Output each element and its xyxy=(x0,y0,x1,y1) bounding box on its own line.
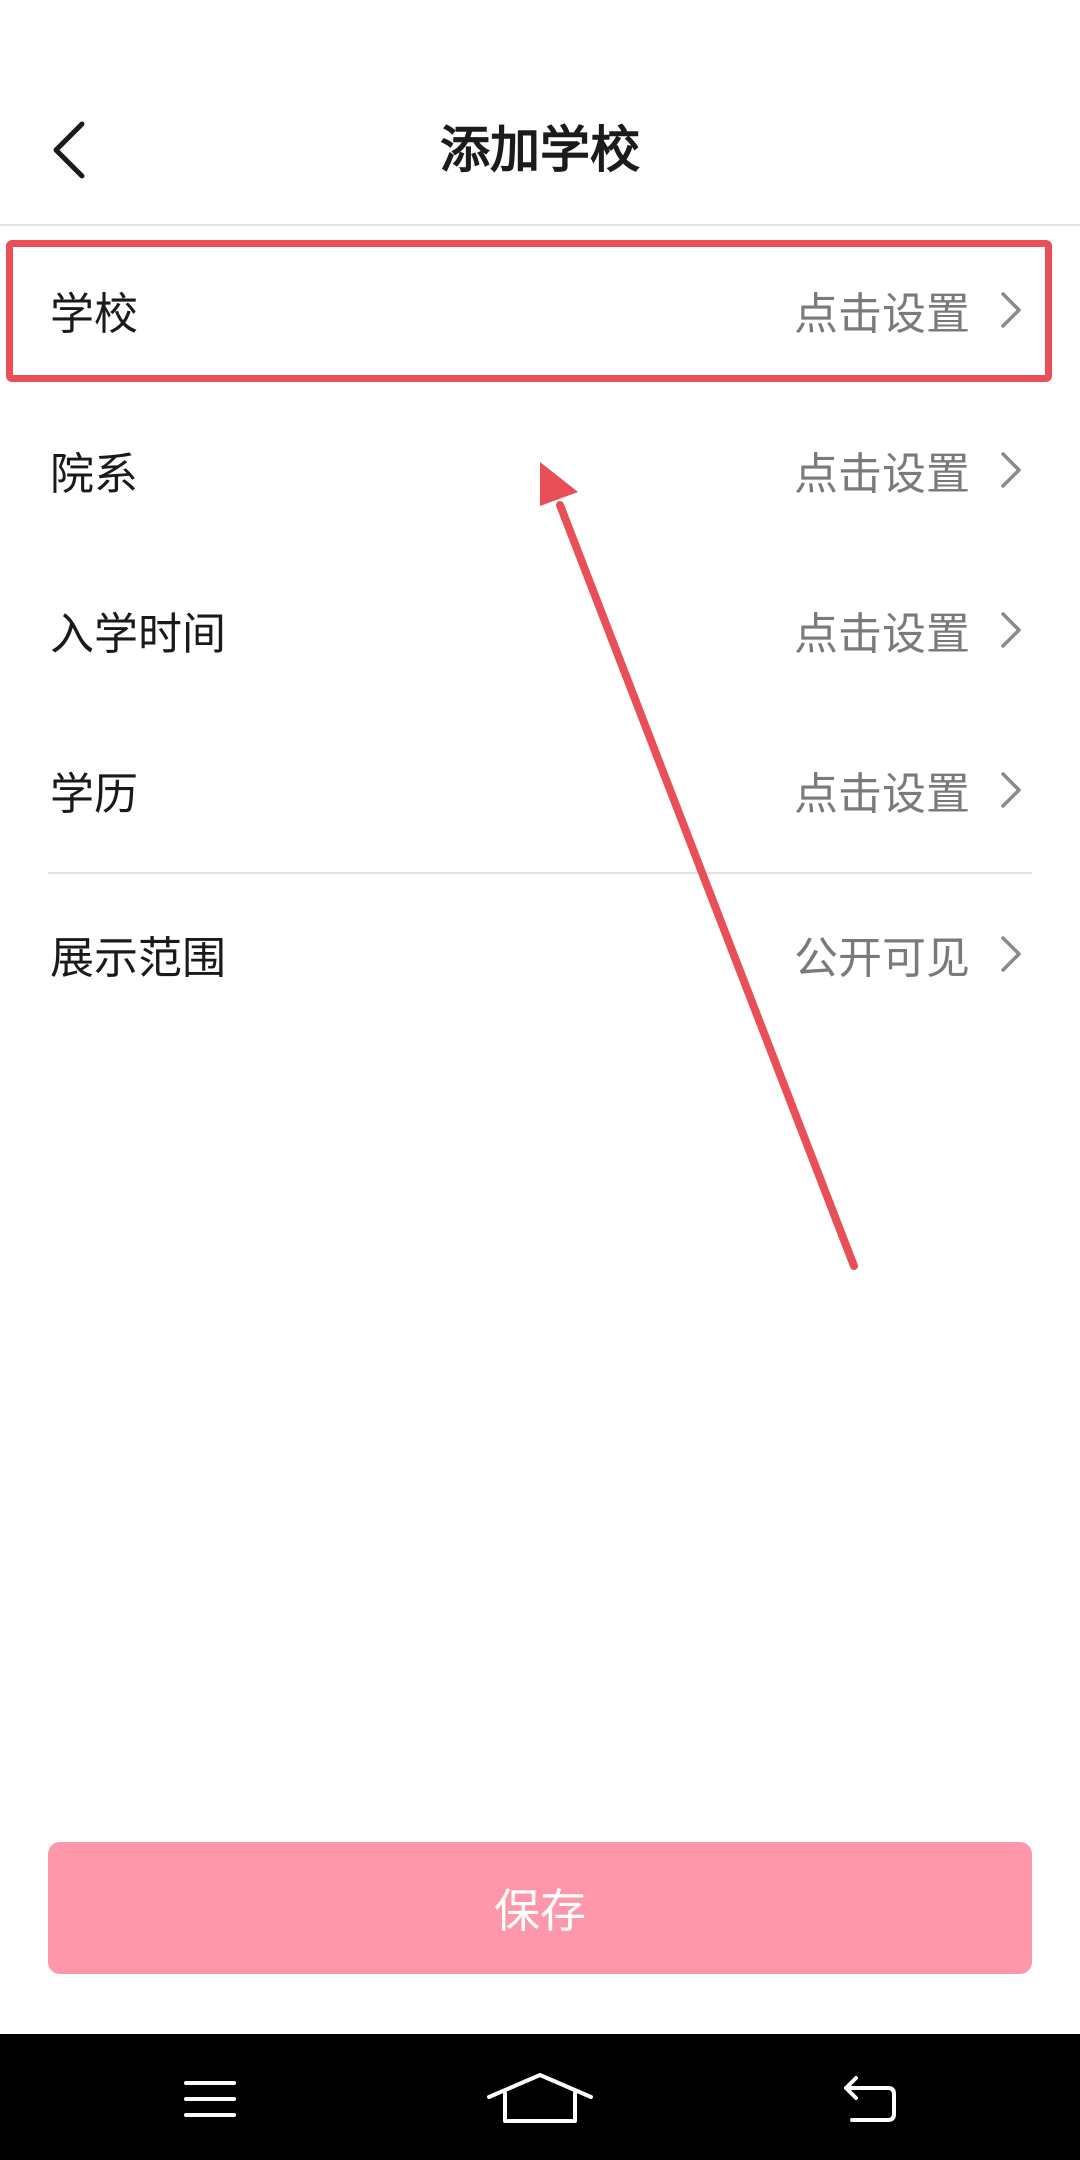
row-label: 学历 xyxy=(50,769,138,820)
back-icon xyxy=(844,2076,896,2122)
row-visibility[interactable]: 展示范围 公开可见 xyxy=(0,874,1080,1034)
row-value: 点击设置 xyxy=(794,769,970,820)
home-icon xyxy=(487,2073,593,2123)
chevron-right-icon xyxy=(996,934,1026,974)
menu-icon xyxy=(184,2081,236,2117)
save-button[interactable]: 保存 xyxy=(48,1842,1032,1974)
row-label: 学校 xyxy=(50,289,138,340)
row-value: 点击设置 xyxy=(794,289,970,340)
top-bar: 添加学校 xyxy=(0,0,1080,226)
nav-back-button[interactable] xyxy=(810,2054,930,2144)
chevron-right-icon xyxy=(996,610,1026,650)
row-school[interactable]: 学校 点击设置 xyxy=(0,230,1080,390)
row-degree[interactable]: 学历 点击设置 xyxy=(0,710,1080,870)
system-nav-bar xyxy=(0,2034,1080,2160)
row-value: 点击设置 xyxy=(794,609,970,660)
chevron-right-icon xyxy=(996,290,1026,330)
page-title: 添加学校 xyxy=(440,121,640,179)
row-label: 入学时间 xyxy=(50,609,226,660)
row-label: 展示范围 xyxy=(50,933,226,984)
row-department[interactable]: 院系 点击设置 xyxy=(0,390,1080,550)
row-value: 点击设置 xyxy=(794,449,970,500)
nav-menu-button[interactable] xyxy=(150,2054,270,2144)
row-enrollment-time[interactable]: 入学时间 点击设置 xyxy=(0,550,1080,710)
chevron-right-icon xyxy=(996,770,1026,810)
chevron-right-icon xyxy=(996,450,1026,490)
nav-home-button[interactable] xyxy=(480,2054,600,2144)
row-value: 公开可见 xyxy=(794,933,970,984)
row-label: 院系 xyxy=(50,449,138,500)
